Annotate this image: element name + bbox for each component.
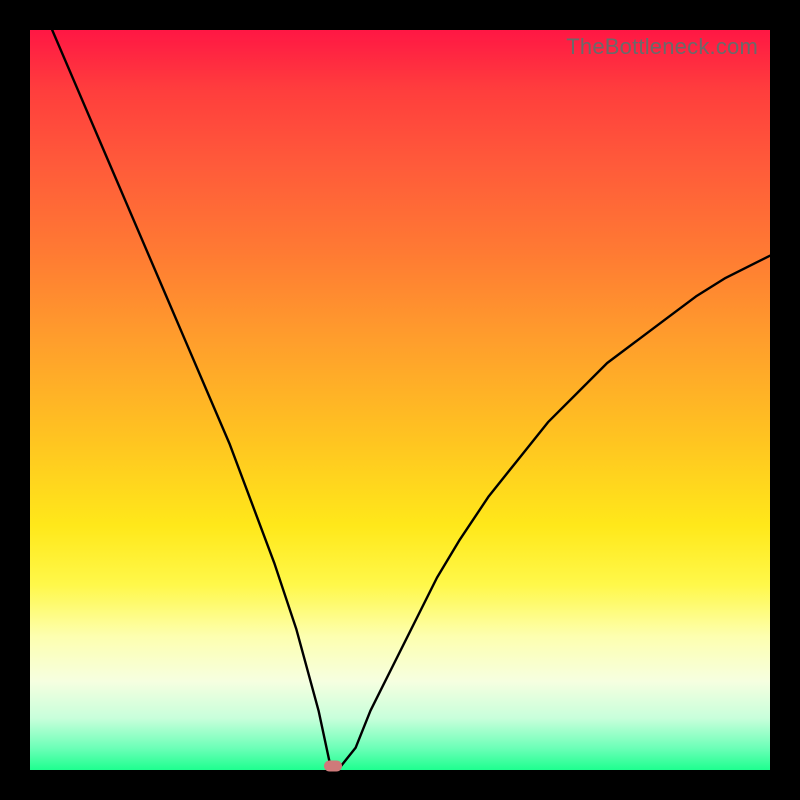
bottleneck-curve — [30, 30, 770, 770]
minimum-marker — [324, 761, 342, 772]
chart-frame: TheBottleneck.com — [0, 0, 800, 800]
plot-area: TheBottleneck.com — [30, 30, 770, 770]
